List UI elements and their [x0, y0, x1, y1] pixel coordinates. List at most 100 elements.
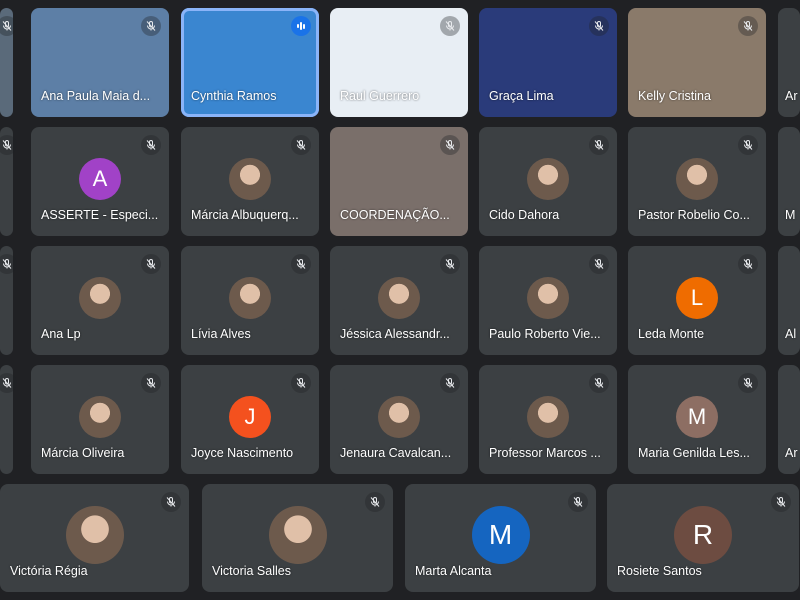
participant-name: Victória Régia: [10, 564, 88, 578]
participant-tile[interactable]: Ar: [778, 8, 800, 117]
participant-tile[interactable]: Jenaura Cavalcan...: [330, 365, 468, 474]
participant-tile[interactable]: Victória Régia: [0, 484, 189, 592]
avatar: [378, 395, 420, 438]
participant-tile[interactable]: Ar: [778, 365, 800, 474]
participant-name: Paulo Roberto Vie...: [489, 327, 601, 341]
participant-tile[interactable]: Professor Marcos ...: [479, 365, 617, 474]
participant-tile[interactable]: M Maria Genilda Les...: [628, 365, 766, 474]
mic-off-icon: [568, 492, 588, 512]
avatar: [527, 276, 569, 319]
participant-name: Marta Alcanta: [415, 564, 492, 578]
mic-off-icon: [589, 254, 609, 274]
participant-name: Cynthia Ramos: [191, 89, 277, 103]
participant-tile[interactable]: Pastor Robelio Co...: [628, 127, 766, 236]
participant-tile[interactable]: [0, 365, 17, 474]
mic-off-icon: [0, 135, 17, 155]
avatar: [79, 276, 121, 319]
participant-name: Jenaura Cavalcan...: [340, 446, 452, 460]
participant-tile[interactable]: R Rosiete Santos: [607, 484, 799, 592]
participant-name: Cido Dahora: [489, 208, 560, 222]
audio-level-icon: [291, 16, 311, 36]
mic-off-icon: [440, 135, 460, 155]
mic-off-icon: [0, 254, 17, 274]
participant-name: Pastor Robelio Co...: [638, 208, 750, 222]
participant-name: Ana Paula Maia d...: [41, 89, 151, 103]
participant-tile[interactable]: Lívia Alves: [181, 246, 319, 355]
participant-tile[interactable]: Al: [778, 246, 800, 355]
avatar: [229, 276, 271, 319]
mic-off-icon: [738, 373, 758, 393]
participant-name: Márcia Oliveira: [41, 446, 125, 460]
mic-off-icon: [738, 16, 758, 36]
participant-tile[interactable]: Kelly Cristina: [628, 8, 766, 117]
participant-tile[interactable]: Cido Dahora: [479, 127, 617, 236]
participant-name: Al: [785, 327, 797, 341]
participant-tile[interactable]: L Leda Monte: [628, 246, 766, 355]
participant-name: Maria Genilda Les...: [638, 446, 750, 460]
participant-tile[interactable]: Ana Paula Maia d...: [31, 8, 169, 117]
avatar: [79, 395, 121, 438]
participant-name: Rosiete Santos: [617, 564, 702, 578]
avatar: [378, 276, 420, 319]
participant-name: Kelly Cristina: [638, 89, 711, 103]
participant-name: Leda Monte: [638, 327, 705, 341]
participant-tile[interactable]: Ana Lp: [31, 246, 169, 355]
avatar: [527, 395, 569, 438]
avatar: L: [676, 276, 718, 319]
avatar: [268, 506, 327, 564]
participant-tile[interactable]: Cynthia Ramos: [181, 8, 319, 117]
participant-tile[interactable]: Paulo Roberto Vie...: [479, 246, 617, 355]
mic-off-icon: [365, 492, 385, 512]
mic-off-icon: [141, 254, 161, 274]
mic-off-icon: [440, 16, 460, 36]
participant-tile[interactable]: M Marta Alcanta: [405, 484, 596, 592]
participant-name: ASSERTE - Especi...: [41, 208, 159, 222]
participant-tile[interactable]: Raul Guerrero: [330, 8, 468, 117]
mic-off-icon: [0, 16, 17, 36]
mic-off-icon: [589, 135, 609, 155]
mic-off-icon: [771, 492, 791, 512]
mic-off-icon: [440, 254, 460, 274]
participant-name: Professor Marcos ...: [489, 446, 601, 460]
mic-off-icon: [589, 373, 609, 393]
participant-name: Lívia Alves: [191, 327, 251, 341]
participant-tile[interactable]: Victoria Salles: [202, 484, 393, 592]
participant-name: Ar: [785, 446, 798, 460]
avatar: R: [674, 506, 732, 564]
avatar: M: [676, 395, 718, 438]
avatar: J: [229, 395, 271, 438]
participant-name: Graça Lima: [489, 89, 554, 103]
mic-off-icon: [0, 373, 17, 393]
participant-tile[interactable]: [0, 246, 17, 355]
participant-tile[interactable]: M: [778, 127, 800, 236]
avatar: [65, 506, 124, 564]
mic-off-icon: [291, 254, 311, 274]
participant-name: Ar: [785, 89, 798, 103]
mic-off-icon: [440, 373, 460, 393]
participant-name: Raul Guerrero: [340, 89, 420, 103]
mic-off-icon: [141, 135, 161, 155]
participant-tile[interactable]: Graça Lima: [479, 8, 617, 117]
participant-tile[interactable]: [0, 8, 17, 117]
avatar: [229, 157, 271, 200]
participant-name: Jéssica Alessandr...: [340, 327, 450, 341]
participant-name: Joyce Nascimento: [191, 446, 294, 460]
mic-off-icon: [589, 16, 609, 36]
participant-name: M: [785, 208, 796, 222]
mic-off-icon: [141, 373, 161, 393]
mic-off-icon: [141, 16, 161, 36]
participant-name: Ana Lp: [41, 327, 81, 341]
participant-tile[interactable]: J Joyce Nascimento: [181, 365, 319, 474]
participant-tile[interactable]: Márcia Albuquerq...: [181, 127, 319, 236]
participant-tile[interactable]: A ASSERTE - Especi...: [31, 127, 169, 236]
mic-off-icon: [738, 135, 758, 155]
participant-tile[interactable]: COORDENAÇÃO...: [330, 127, 468, 236]
avatar: M: [471, 506, 530, 564]
avatar: A: [79, 157, 121, 200]
participant-tile[interactable]: Jéssica Alessandr...: [330, 246, 468, 355]
participant-name: COORDENAÇÃO...: [340, 208, 450, 222]
participant-tile[interactable]: Márcia Oliveira: [31, 365, 169, 474]
participant-name: Márcia Albuquerq...: [191, 208, 299, 222]
mic-off-icon: [738, 254, 758, 274]
participant-tile[interactable]: [0, 127, 17, 236]
